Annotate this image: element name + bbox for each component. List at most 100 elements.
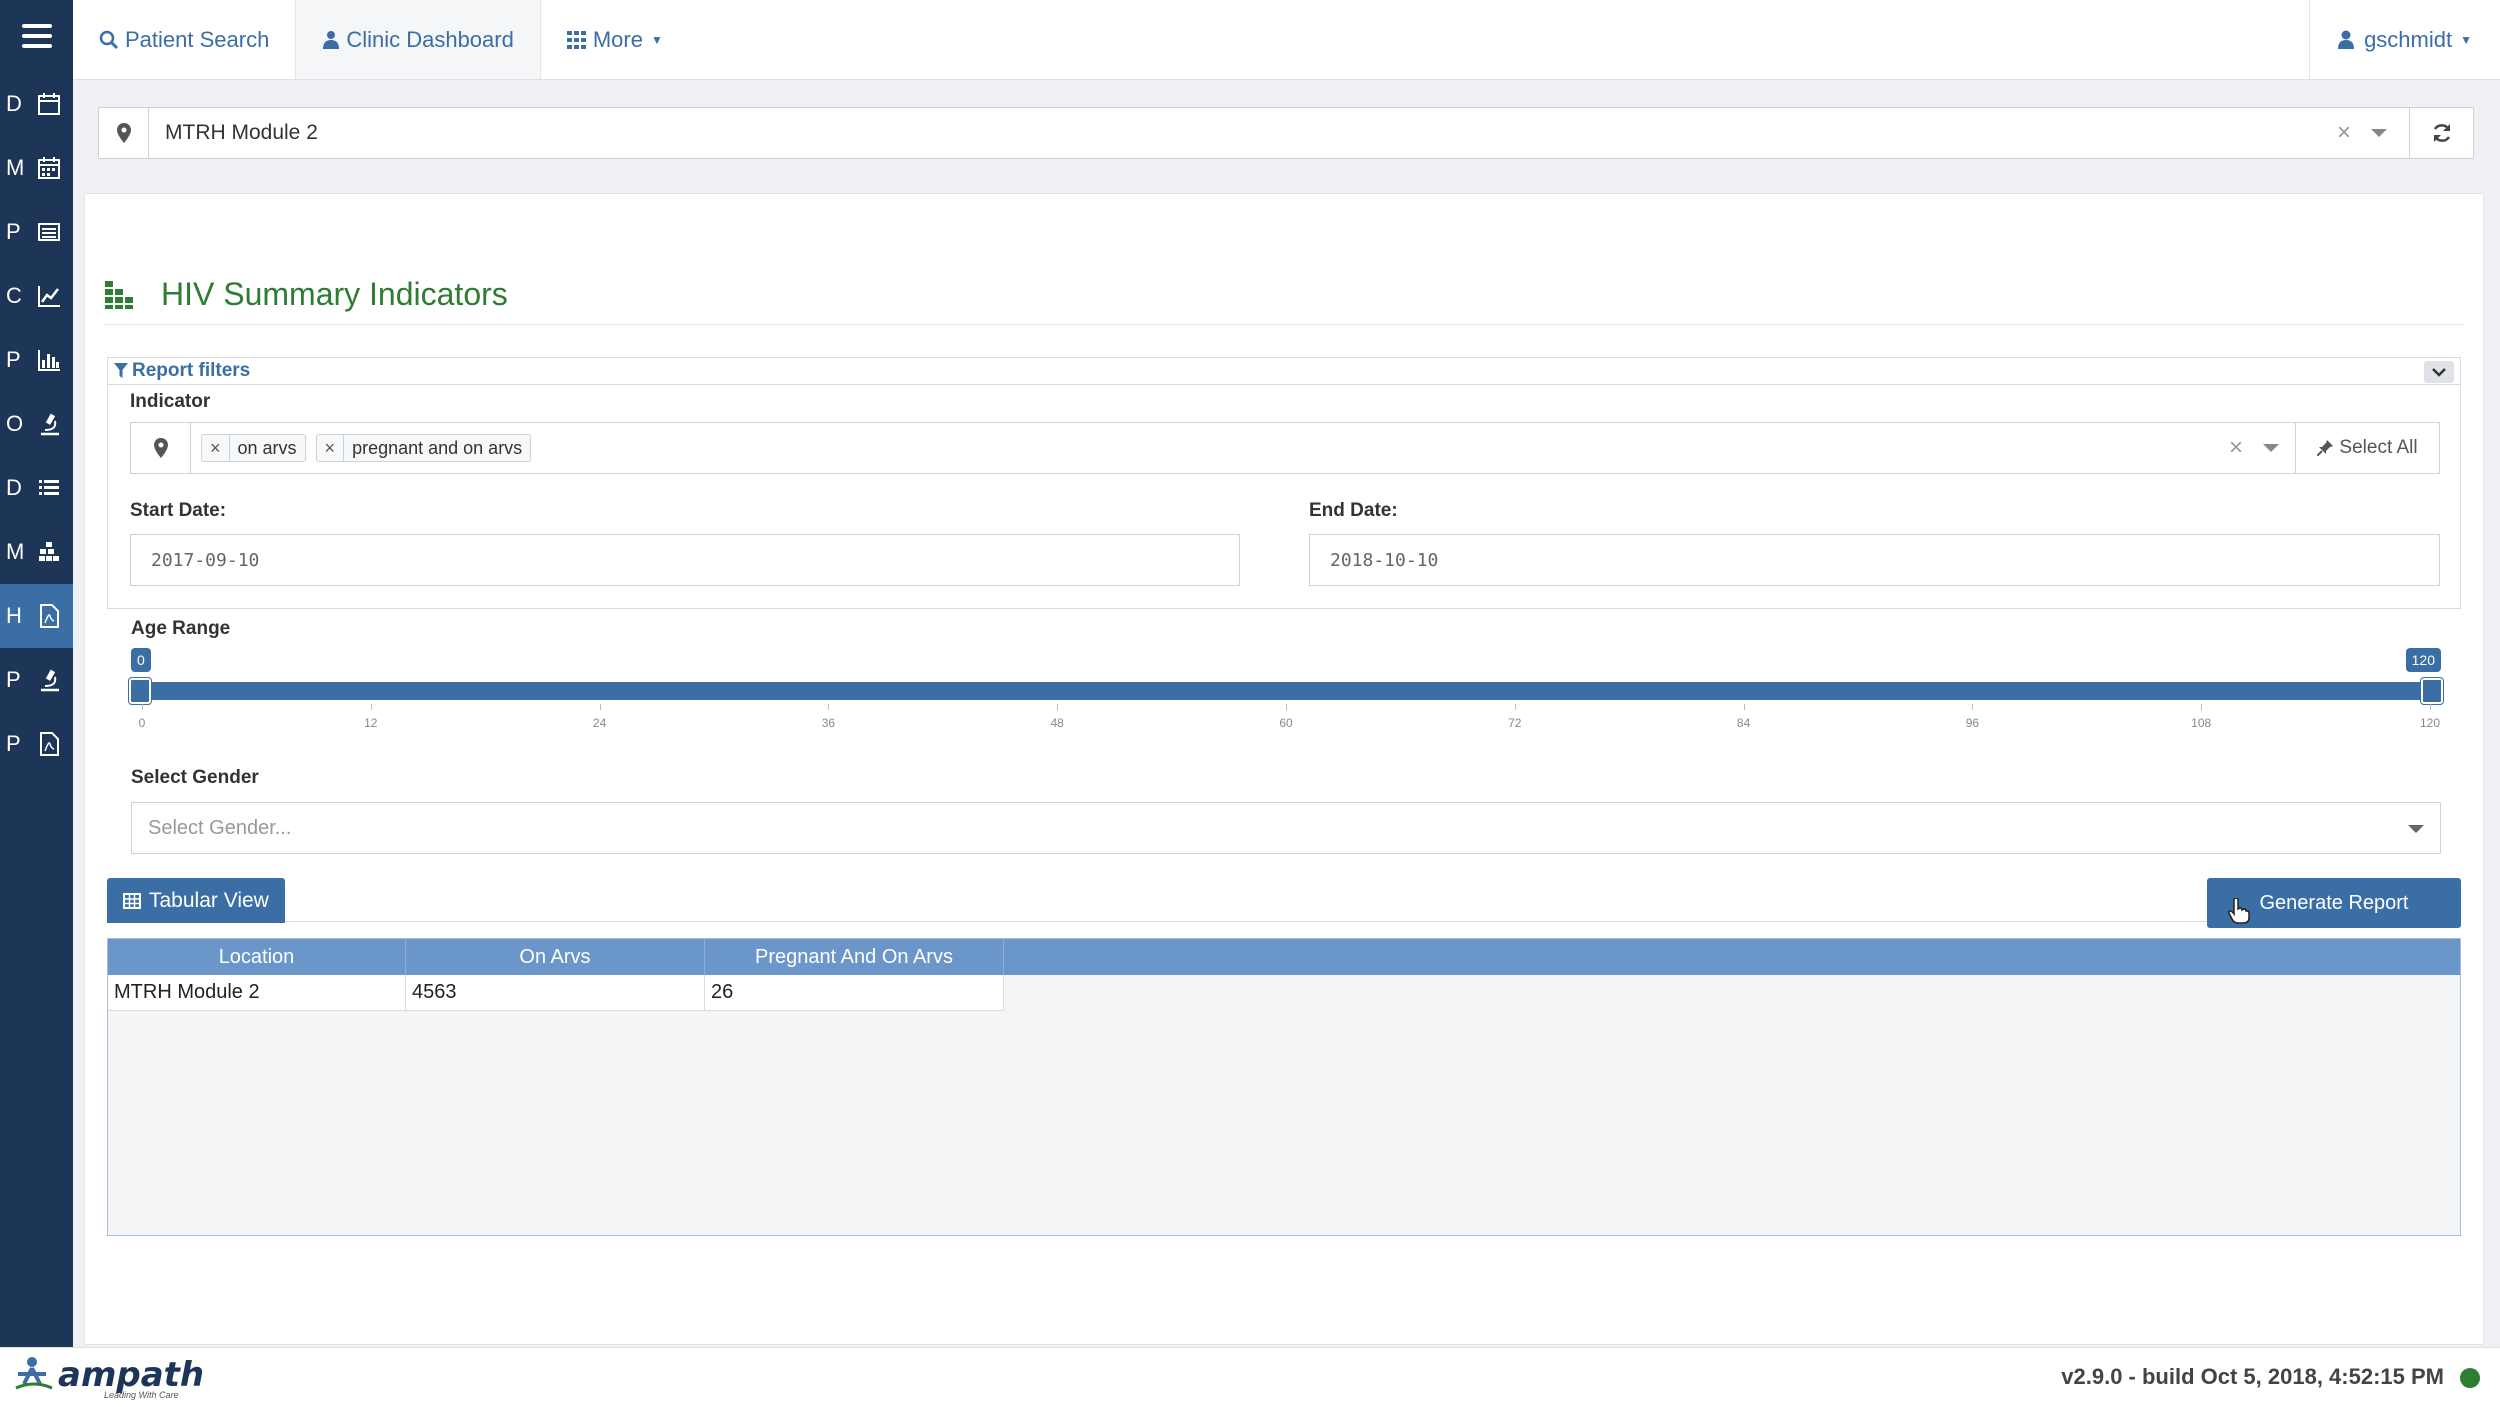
column-header[interactable]: Pregnant And On Arvs (705, 939, 1004, 975)
version-info: v2.9.0 - build Oct 5, 2018, 4:52:15 PM (2061, 1364, 2444, 1389)
slider-tick-label: 72 (1508, 716, 1522, 730)
slider-tick-mark (142, 704, 143, 710)
caret-down-icon: ▼ (2460, 32, 2472, 47)
slider-tick-label: 36 (821, 716, 836, 730)
tab-label: More (592, 26, 643, 52)
slider-tick-mark (1972, 704, 1974, 710)
remove-chip-icon[interactable]: × (202, 435, 230, 461)
indicator-chip: × pregnant and on arvs (315, 434, 532, 462)
brand-name: ampath (58, 1355, 205, 1395)
end-date-input[interactable]: 2018-10-10 (1309, 534, 2440, 586)
map-marker-icon (99, 108, 149, 158)
sidebar-item[interactable]: D (0, 456, 73, 520)
sidebar-item[interactable]: O (0, 392, 73, 456)
min-age-bubble: 0 (131, 648, 151, 672)
slider-tick-mark (370, 704, 372, 710)
dropdown-caret-icon[interactable] (2263, 444, 2279, 452)
tab-patient-search[interactable]: Patient Search (73, 0, 295, 79)
slider-tick-mark (599, 704, 601, 710)
slider-tick-label: 60 (1279, 716, 1293, 730)
menu-toggle-button[interactable] (0, 0, 73, 72)
table-cell: 4563 (406, 975, 705, 1011)
column-header[interactable]: Location (108, 939, 406, 975)
slider-tick-mark (2430, 704, 2431, 710)
sidebar-item[interactable]: C (0, 264, 73, 328)
gender-label: Select Gender (131, 767, 259, 788)
pdf-file-icon (36, 603, 62, 629)
username: gschmidt (2364, 26, 2453, 52)
min-age-handle[interactable] (129, 678, 151, 704)
slider-track[interactable] (131, 682, 2441, 700)
slider-tick-mark (2201, 704, 2203, 710)
sidebar-item-letter: P (6, 219, 21, 244)
collapse-filters-button[interactable] (2424, 361, 2454, 383)
tab-label: Patient Search (125, 26, 270, 52)
location-select[interactable]: MTRH Module 2 × (98, 107, 2474, 159)
max-age-handle[interactable] (2421, 678, 2443, 704)
report-panel: HIV Summary Indicators Report filters In… (84, 193, 2484, 1345)
page-title: HIV Summary Indicators (105, 276, 508, 313)
user-menu[interactable]: gschmidt ▼ (2309, 0, 2500, 79)
clear-indicators-icon[interactable]: × (2229, 434, 2243, 462)
thumbtack-icon (2317, 440, 2334, 456)
filters-header[interactable]: Report filters (108, 358, 2460, 385)
sidebar-item[interactable]: P (0, 712, 73, 776)
gender-placeholder: Select Gender... (148, 816, 292, 839)
select-all-button[interactable]: Select All (2295, 423, 2439, 473)
list-icon (36, 475, 62, 501)
sidebar-item[interactable]: D (0, 72, 73, 136)
sidebar-item[interactable]: M (0, 520, 73, 584)
indicator-select[interactable]: × on arvs × pregnant and on arvs × Selec… (130, 422, 2440, 474)
sidebar-item-letter: M (6, 539, 25, 564)
table-cell: 26 (705, 975, 1004, 1011)
microscope-icon (36, 667, 62, 693)
caret-down-icon: ▼ (650, 32, 663, 47)
slider-tick-mark (1743, 704, 1745, 710)
grid-icon (566, 30, 587, 49)
refresh-button[interactable] (2409, 108, 2473, 158)
dropdown-caret-icon[interactable] (2371, 129, 2387, 137)
dropdown-caret-icon (2408, 825, 2424, 833)
tabular-view-tab[interactable]: Tabular View (107, 878, 285, 923)
column-header[interactable]: On Arvs (406, 939, 705, 975)
gender-select[interactable]: Select Gender... (131, 802, 2441, 854)
refresh-icon (2433, 124, 2450, 142)
divider (105, 324, 2463, 325)
chip-label: pregnant and on arvs (352, 437, 523, 458)
start-date-input[interactable]: 2017-09-10 (130, 534, 1240, 586)
filters-label: Report filters (132, 360, 251, 381)
slider-tick-label: 96 (1965, 716, 1980, 730)
tabular-view-label: Tabular View (149, 888, 269, 912)
slider-tick-label: 0 (138, 716, 146, 730)
sidebar-item[interactable]: H (0, 584, 73, 648)
indicator-label: Indicator (130, 391, 211, 412)
select-all-label: Select All (2339, 437, 2418, 458)
slider-tick-label: 12 (364, 716, 378, 730)
tab-more[interactable]: More ▼ (541, 0, 689, 79)
indicator-chip: × on arvs (201, 434, 306, 462)
slider-tick-label: 48 (1050, 716, 1064, 730)
filter-icon (114, 363, 128, 379)
line-chart-icon (36, 283, 62, 309)
brand-tagline: Leading With Care (104, 1390, 179, 1400)
clear-location-icon[interactable]: × (2337, 119, 2351, 147)
calendar-month-icon (36, 155, 62, 181)
sidebar-item[interactable]: P (0, 200, 73, 264)
tab-clinic-dashboard[interactable]: Clinic Dashboard (295, 0, 541, 79)
sidebar-item[interactable]: M (0, 136, 73, 200)
calendar-icon (36, 91, 62, 117)
footer: ampath Leading With Care v2.9.0 - build … (0, 1347, 2500, 1407)
slider-tick-label: 108 (2191, 716, 2212, 730)
list-alt-icon (36, 219, 62, 245)
status-indicator (2460, 1368, 2480, 1388)
hand-cursor-icon (2227, 897, 2250, 929)
age-range-slider[interactable]: 0 120 0 12 24 36 48 60 72 84 96 108 120 (129, 648, 2443, 748)
remove-chip-icon[interactable]: × (317, 435, 345, 461)
tab-label: Clinic Dashboard (346, 26, 514, 52)
sidebar-item[interactable]: P (0, 328, 73, 392)
slider-tick-label: 120 (2419, 716, 2441, 730)
sidebar-item[interactable]: P (0, 648, 73, 712)
sidebar-item-letter: C (6, 283, 22, 308)
left-sidebar: D M P C P O D M H P P (0, 0, 73, 1347)
user-icon (2338, 30, 2355, 50)
